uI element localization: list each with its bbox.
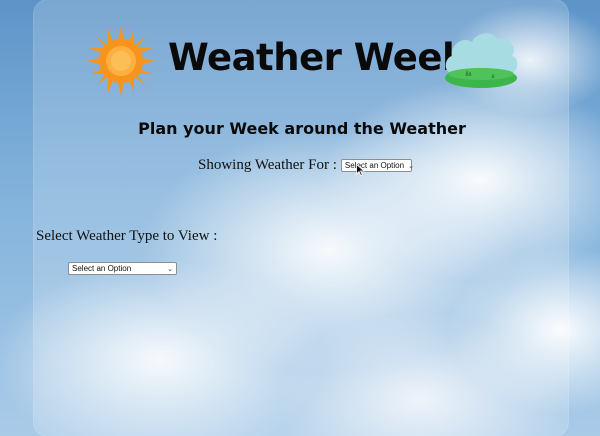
app-header: Weather Week (0, 0, 600, 120)
app-title: Weather Week (168, 36, 467, 79)
weather-type-label: Select Weather Type to View : (36, 228, 218, 244)
weather-type-select[interactable]: Select an Option ⌄ (68, 262, 177, 275)
chevron-down-icon: ⌄ (167, 265, 173, 273)
weather-type-select-value: Select an Option (72, 264, 132, 273)
sun-icon (86, 26, 156, 96)
cloud-with-grass-icon (445, 33, 518, 88)
location-label: Showing Weather For : (198, 157, 337, 173)
page-subtitle: Plan your Week around the Weather (138, 119, 466, 138)
location-select-value: Select an Option (344, 161, 405, 170)
location-select[interactable]: Select an Option ⌄ (340, 159, 414, 172)
mouse-pointer-icon (356, 164, 365, 176)
chevron-down-icon: ⌄ (408, 162, 414, 170)
location-row: Showing Weather For : Select an Option ⌄ (198, 157, 414, 174)
